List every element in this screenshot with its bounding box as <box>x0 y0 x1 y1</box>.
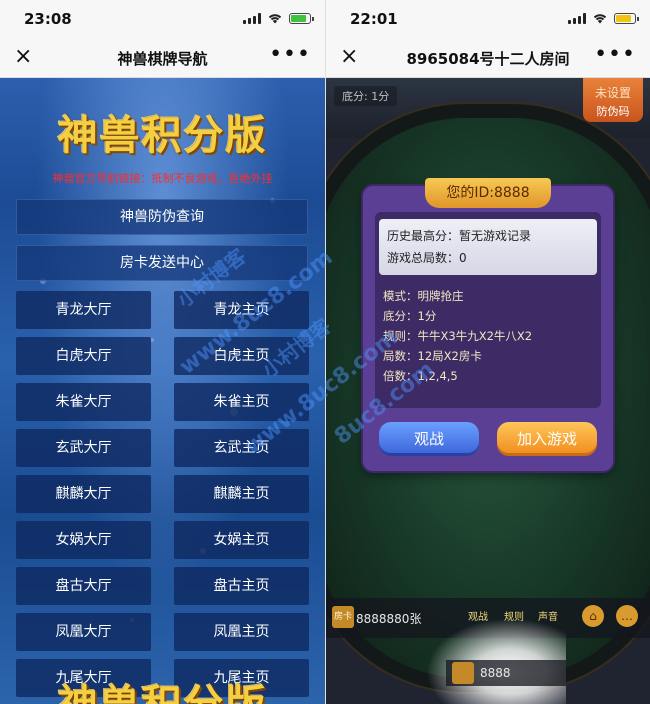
history-box: 历史最高分：暂无游戏记录 游戏总局数：0 <box>379 219 597 275</box>
room-card-icon-2 <box>452 662 474 684</box>
status-bar: 22:01 <box>326 0 650 38</box>
close-icon[interactable]: × <box>340 44 358 70</box>
room-card-center-button[interactable]: 房卡发送中心 <box>16 245 308 281</box>
home-page-button[interactable]: 凤凰主页 <box>174 613 309 651</box>
close-icon[interactable]: × <box>14 44 32 70</box>
hall-button[interactable]: 女娲大厅 <box>16 521 151 559</box>
home-page-button[interactable]: 玄武主页 <box>174 429 309 467</box>
hall-button[interactable]: 麒麟大厅 <box>16 475 151 513</box>
hall-button[interactable]: 朱雀大厅 <box>16 383 151 421</box>
battery-icon <box>614 12 639 24</box>
tag-line2: 防伪码 <box>596 105 630 118</box>
brand-logo: 神兽积分版 <box>57 112 268 159</box>
title-bar: × 8965084号十二人房间 ••• <box>326 38 650 78</box>
tag-line1: 未设置 <box>594 86 631 100</box>
user-id-label: 您的ID:8888 <box>425 178 551 208</box>
hall-button[interactable]: 白虎大厅 <box>16 337 151 375</box>
status-icons <box>568 12 639 24</box>
hall-button[interactable]: 凤凰大厅 <box>16 613 151 651</box>
home-page-button[interactable]: 麒麟主页 <box>174 475 309 513</box>
rule-rounds: 局数：12局X2房卡 <box>383 349 482 363</box>
room-card-count: 8888880张 <box>356 612 422 626</box>
wifi-icon <box>268 14 282 24</box>
status-bar: 23:08 <box>0 0 325 38</box>
watch-button[interactable]: 观战 <box>379 422 479 456</box>
room-card-count-2: 8888 <box>480 666 511 680</box>
total-rounds: 游戏总局数：0 <box>387 251 467 265</box>
game-room: 底分: 1分 未设置 防伪码 您的ID:8888 历史最高分：暂无游戏记录 游戏… <box>326 78 650 704</box>
status-time: 22:01 <box>350 10 398 28</box>
page-title: 神兽棋牌导航 <box>117 50 208 68</box>
anti-fake-query-button[interactable]: 神兽防伪查询 <box>16 199 308 235</box>
rule-mode: 模式：明牌抢庄 <box>383 289 464 303</box>
page-title: 8965084号十二人房间 <box>406 50 570 68</box>
rule-multipliers: 规则：牛牛X3牛九X2牛八X2 <box>383 329 533 343</box>
rule-base-score: 底分：1分 <box>383 309 437 323</box>
signal-icon <box>243 12 261 24</box>
more-icon[interactable]: ••• <box>269 42 311 68</box>
home-page-button[interactable]: 女娲主页 <box>174 521 309 559</box>
hall-button[interactable]: 玄武大厅 <box>16 429 151 467</box>
hall-button[interactable]: 盘古大厅 <box>16 567 151 605</box>
base-score-label: 底分: 1分 <box>334 86 398 106</box>
hall-button[interactable]: 青龙大厅 <box>16 291 151 329</box>
join-room-dialog: 您的ID:8888 历史最高分：暂无游戏记录 游戏总局数：0 模式：明牌抢庄 底… <box>363 178 613 471</box>
join-game-button[interactable]: 加入游戏 <box>497 422 597 456</box>
status-icons <box>243 12 314 24</box>
signal-icon <box>568 12 586 24</box>
room-card-icon: 房卡 <box>332 606 354 628</box>
home-page-button[interactable]: 盘古主页 <box>174 567 309 605</box>
anti-fake-code-tag[interactable]: 未设置 防伪码 <box>583 78 643 122</box>
status-time: 23:08 <box>24 10 72 28</box>
battery-icon <box>289 12 314 24</box>
wifi-icon <box>593 14 607 24</box>
brand-logo-bottom: 神兽积分版 <box>0 672 325 704</box>
history-high-score: 历史最高分：暂无游戏记录 <box>387 229 532 243</box>
title-bar: × 神兽棋牌导航 ••• <box>0 38 325 78</box>
home-icon[interactable]: ⌂ <box>582 605 604 627</box>
more-icon[interactable]: ••• <box>594 42 636 68</box>
chat-icon[interactable]: … <box>616 605 638 627</box>
secondary-card-bar: 8888 <box>446 660 566 686</box>
notice-text: 神兽官方导航链接：抵制不良游戏，拒绝外挂 <box>52 172 273 185</box>
